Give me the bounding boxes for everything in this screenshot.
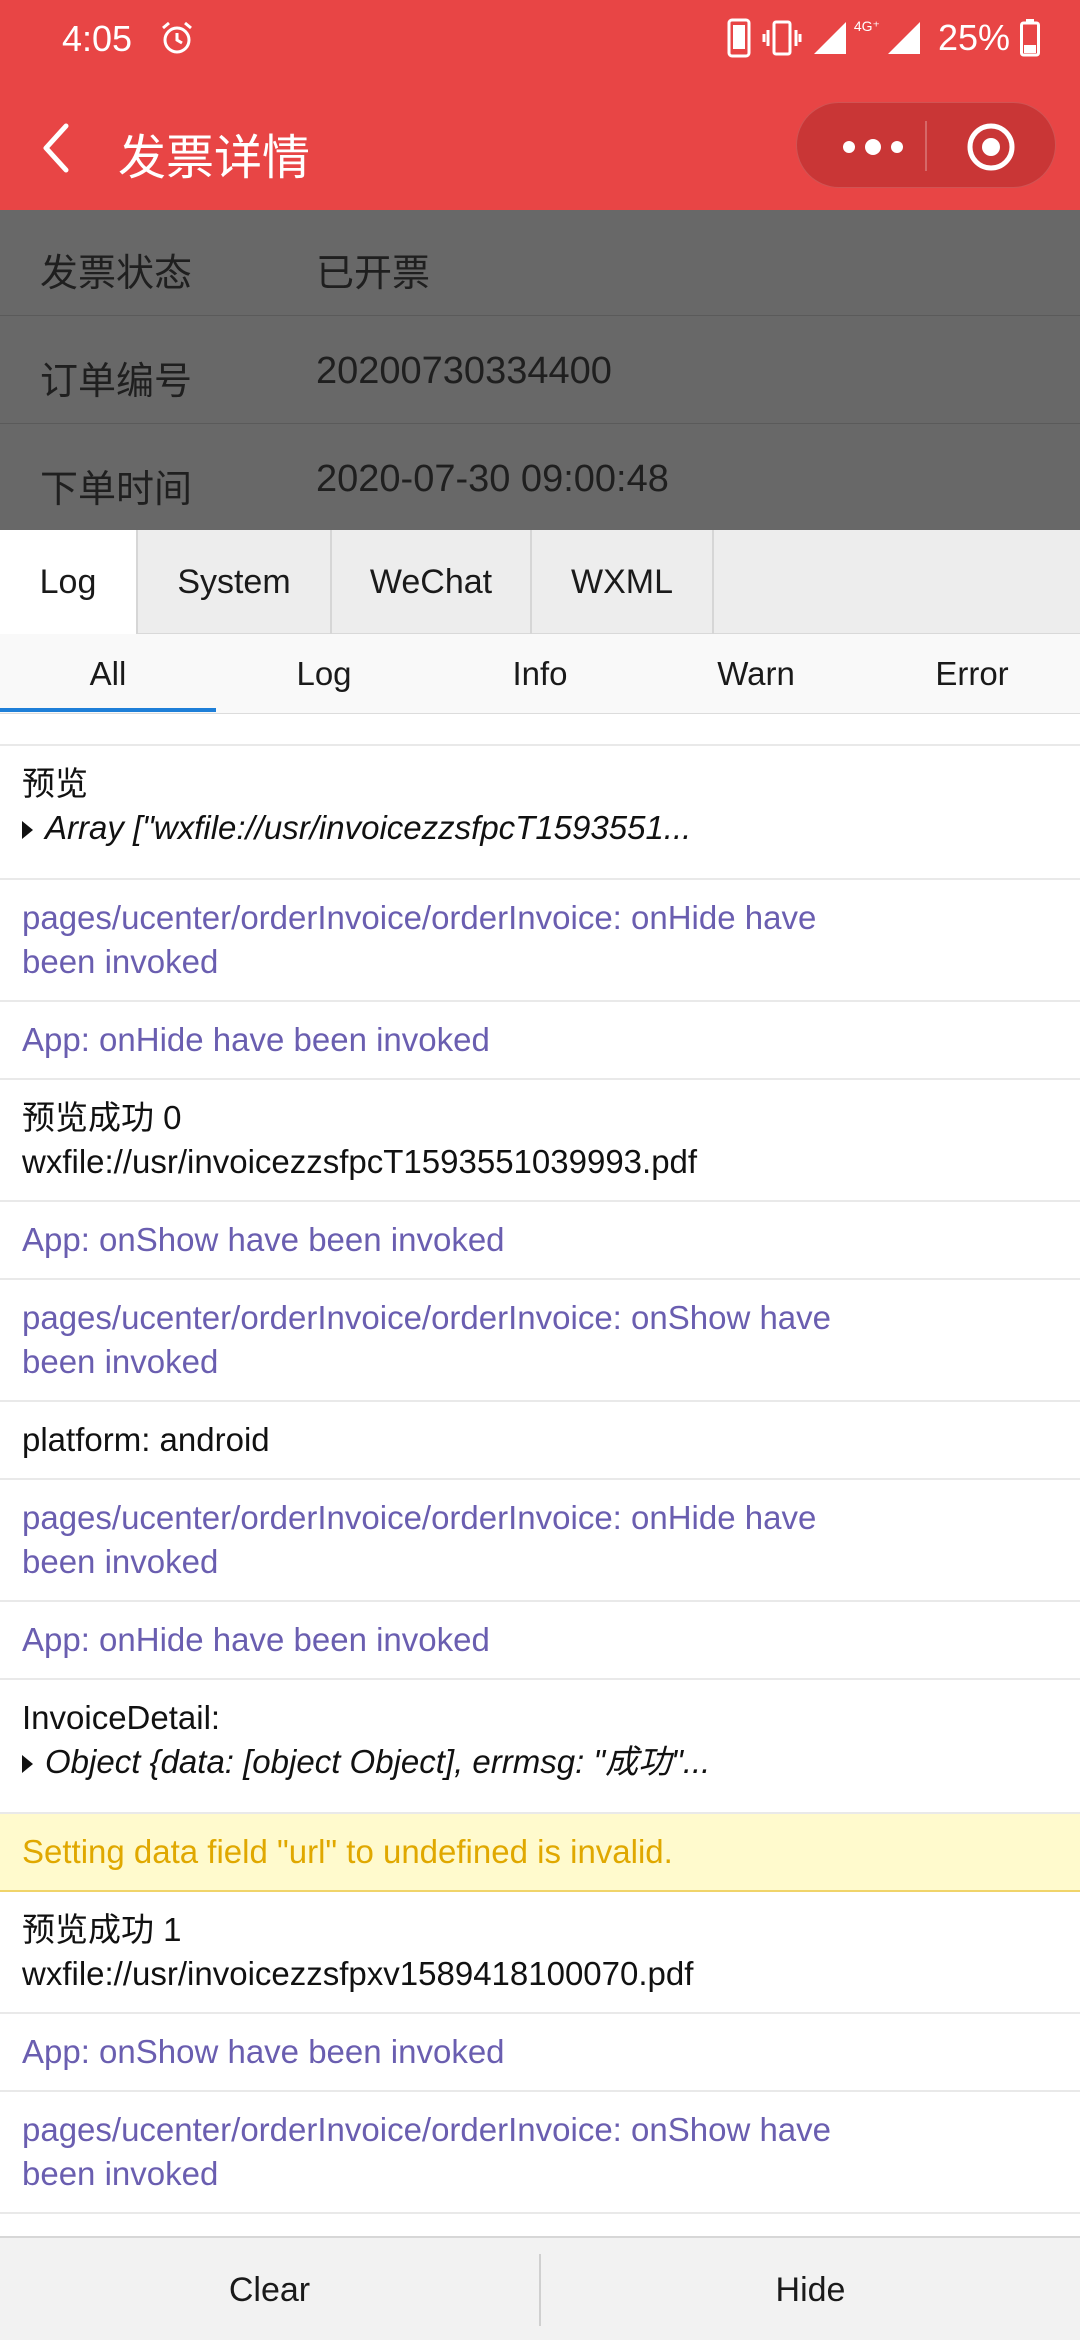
- page-title: 发票详情: [118, 132, 311, 185]
- phone-icon: [727, 18, 751, 58]
- vibrate-icon: [762, 20, 802, 56]
- log-text: App: onShow have been invoked: [22, 1221, 505, 1258]
- log-text: been invoked: [22, 1543, 219, 1580]
- status-bar: 4:05 4G⁺ 25%: [0, 0, 1080, 80]
- log-text: 预览成功 1: [22, 1911, 182, 1948]
- log-text: wxfile://usr/invoicezzsfpcT1593551039993…: [22, 1143, 698, 1180]
- expand-triangle-icon[interactable]: [22, 1755, 33, 1774]
- active-filter-indicator: [0, 708, 216, 712]
- log-item: App: onHide have been invoked: [0, 1602, 1080, 1680]
- log-object[interactable]: Object {data: [object Object], errmsg: "…: [22, 1740, 1058, 1784]
- battery-icon: [1020, 19, 1040, 57]
- log-text: pages/ucenter/orderInvoice/orderInvoice:…: [22, 899, 817, 936]
- log-object-text: Array ["wxfile://usr/invoicezzsfpcT15935…: [45, 809, 692, 846]
- battery-percent: 25%: [937, 17, 1010, 58]
- invoice-info: 发票状态 已开票 订单编号 20200730334400 下单时间 2020-0…: [0, 210, 1080, 530]
- log-text: Setting data field "url" to undefined is…: [22, 1833, 673, 1870]
- tab-log[interactable]: Log: [0, 530, 138, 634]
- log-text: pages/ucenter/orderInvoice/orderInvoice:…: [22, 2111, 831, 2148]
- log-item-partial: [0, 714, 1080, 746]
- status-time: 4:05: [62, 18, 133, 59]
- info-value: 已开票: [316, 253, 431, 295]
- log-text: wxfile://usr/invoicezzsfpxv1589418100070…: [22, 1955, 694, 1992]
- log-text: been invoked: [22, 2155, 219, 2192]
- log-item: pages/ucenter/orderInvoice/orderInvoice:…: [0, 2092, 1080, 2214]
- log-item: pages/ucenter/orderInvoice/orderInvoice:…: [0, 880, 1080, 1002]
- log-item: platform: android: [0, 1402, 1080, 1480]
- log-text: 预览: [22, 765, 88, 802]
- log-item: App: onShow have been invoked: [0, 2014, 1080, 2092]
- info-label: 发票状态: [40, 253, 193, 295]
- log-text: been invoked: [22, 943, 219, 980]
- log-text: platform: android: [22, 1421, 270, 1458]
- log-item: 预览 Array ["wxfile://usr/invoicezzsfpcT15…: [0, 746, 1080, 880]
- hide-button[interactable]: Hide: [541, 2238, 1080, 2340]
- alarm-icon: [162, 21, 192, 54]
- log-text: App: onShow have been invoked: [22, 2033, 505, 2070]
- filter-error[interactable]: Error: [864, 634, 1080, 714]
- log-item: pages/ucenter/orderInvoice/orderInvoice:…: [0, 1280, 1080, 1402]
- log-text: been invoked: [22, 1343, 219, 1380]
- log-item: 预览成功 1 wxfile://usr/invoicezzsfpxv158941…: [0, 1892, 1080, 2014]
- info-label: 订单编号: [40, 361, 193, 403]
- log-text: App: onHide have been invoked: [22, 1621, 490, 1658]
- log-object[interactable]: Array ["wxfile://usr/invoicezzsfpcT15935…: [22, 806, 1058, 850]
- capsule-divider: [925, 121, 927, 171]
- log-item: App: onHide have been invoked: [0, 1002, 1080, 1080]
- info-row-status: 发票状态 已开票: [0, 210, 1080, 316]
- expand-triangle-icon[interactable]: [22, 821, 33, 840]
- filter-warn[interactable]: Warn: [648, 634, 864, 714]
- tab-wechat[interactable]: WeChat: [332, 530, 532, 634]
- filter-info[interactable]: Info: [432, 634, 648, 714]
- log-item-warning: Setting data field "url" to undefined is…: [0, 1814, 1080, 1892]
- log-object-text: Object {data: [object Object], errmsg: "…: [45, 1743, 711, 1780]
- info-value: 2020-07-30 09:00:48: [316, 458, 669, 500]
- log-text: pages/ucenter/orderInvoice/orderInvoice:…: [22, 1499, 817, 1536]
- mini-program-capsule: [796, 102, 1056, 188]
- log-text: App: onHide have been invoked: [22, 1021, 490, 1058]
- filter-all[interactable]: All: [0, 634, 216, 714]
- log-item: 预览成功 0 wxfile://usr/invoicezzsfpcT159355…: [0, 1080, 1080, 1202]
- nav-bar: 发票详情: [0, 80, 1080, 210]
- console-bottom-bar: Clear Hide: [0, 2236, 1080, 2340]
- info-label: 下单时间: [40, 469, 193, 511]
- signal-icon: [813, 22, 846, 54]
- log-item: App: onShow have been invoked: [0, 1202, 1080, 1280]
- info-value: 20200730334400: [316, 350, 612, 392]
- more-icon[interactable]: [833, 129, 913, 165]
- info-row-order-number: 订单编号 20200730334400: [0, 318, 1080, 424]
- status-icons: 4G⁺ 25%: [726, 16, 1040, 60]
- log-item: InvoiceDetail: Object {data: [object Obj…: [0, 1680, 1080, 1814]
- log-filter-tabs: All Log Info Warn Error: [0, 634, 1080, 714]
- close-miniprogram-icon[interactable]: [965, 121, 1017, 173]
- network-type: 4G⁺: [853, 17, 880, 34]
- console-tabs: Log System WeChat WXML: [0, 530, 1080, 634]
- tab-system[interactable]: System: [138, 530, 332, 634]
- log-list[interactable]: 预览 Array ["wxfile://usr/invoicezzsfpcT15…: [0, 714, 1080, 2236]
- filter-log[interactable]: Log: [216, 634, 432, 714]
- log-text: InvoiceDetail:: [22, 1699, 221, 1736]
- signal-4g-icon: [887, 22, 920, 54]
- log-item: pages/ucenter/orderInvoice/orderInvoice:…: [0, 1480, 1080, 1602]
- log-text: pages/ucenter/orderInvoice/orderInvoice:…: [22, 1299, 831, 1336]
- log-text: 预览成功 0: [22, 1099, 182, 1136]
- info-row-order-time: 下单时间 2020-07-30 09:00:48: [0, 426, 1080, 532]
- tab-wxml[interactable]: WXML: [532, 530, 714, 634]
- back-icon[interactable]: [36, 120, 80, 176]
- clear-button[interactable]: Clear: [0, 2238, 539, 2340]
